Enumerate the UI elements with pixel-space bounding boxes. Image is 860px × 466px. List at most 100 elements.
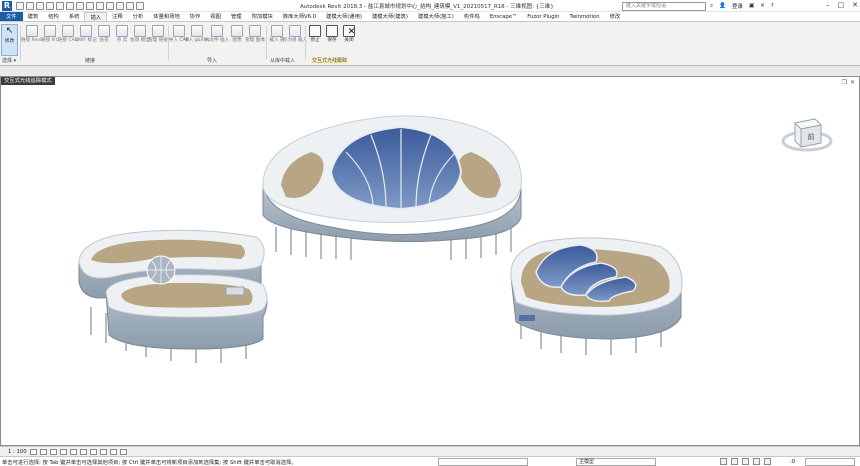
- right-building[interactable]: [510, 237, 683, 355]
- user-icon[interactable]: 👤: [719, 3, 726, 9]
- close-view-icon[interactable]: ✕: [850, 79, 855, 86]
- measure-icon[interactable]: [76, 1, 84, 10]
- tab-modeling-construction[interactable]: 建模大师(施工): [413, 12, 459, 21]
- print-icon[interactable]: [66, 1, 74, 10]
- drag-elements-icon[interactable]: [764, 458, 771, 465]
- undo-icon[interactable]: [46, 1, 54, 10]
- temp-hide-icon[interactable]: [109, 448, 117, 455]
- panel-select-label[interactable]: 选择 ▾: [2, 57, 16, 64]
- import-gbxml-button[interactable]: 导入 gbXML: [184, 24, 210, 56]
- viewcube[interactable]: 前: [781, 113, 833, 157]
- cart-icon[interactable]: ▣: [749, 3, 754, 9]
- show-crop-icon[interactable]: [99, 448, 107, 455]
- select-pinned-icon[interactable]: [742, 458, 749, 465]
- dwf-markup-button[interactable]: DWF 标记: [75, 24, 97, 56]
- tab-family-master[interactable]: 族库大师V6.0: [278, 12, 321, 21]
- save-render-button[interactable]: 保存: [323, 24, 341, 56]
- tab-massing-site[interactable]: 体量和场地: [148, 12, 185, 21]
- text-icon[interactable]: [86, 1, 94, 10]
- design-option-selector[interactable]: 主模型: [576, 458, 656, 466]
- select-underlay-icon[interactable]: [731, 458, 738, 465]
- tab-twinmotion[interactable]: Twinmotion: [564, 12, 604, 21]
- tab-component-dock[interactable]: 构件坞: [459, 12, 485, 21]
- point-cloud-button[interactable]: 点 云: [113, 24, 131, 56]
- view-scale[interactable]: 1 : 100: [8, 449, 27, 455]
- restore-view-icon[interactable]: ❐: [842, 79, 847, 86]
- close-icon[interactable]: ✕: [852, 1, 858, 9]
- redo-icon[interactable]: [56, 1, 64, 10]
- save-icon[interactable]: [26, 1, 34, 10]
- panel-link-label: 链接: [85, 58, 96, 64]
- link-revit-button[interactable]: 链接 Revit: [21, 24, 43, 56]
- selection-count: :0: [790, 459, 796, 465]
- modify-button[interactable]: ↖ 修改: [1, 24, 18, 56]
- thin-lines-icon[interactable]: [116, 1, 124, 10]
- filter-field[interactable]: [805, 458, 855, 466]
- save-icon: [326, 25, 338, 37]
- manage-links-button[interactable]: 管理 链接: [148, 24, 168, 56]
- search-icon[interactable]: ⌕: [710, 3, 713, 10]
- coordination-icon: [134, 25, 146, 37]
- revit-logo-icon[interactable]: R: [2, 0, 12, 11]
- viewcube-front-face[interactable]: 前: [808, 132, 815, 141]
- tab-fuzor[interactable]: Fuzor Plugin: [522, 12, 564, 21]
- tab-modify[interactable]: 修改: [605, 12, 626, 21]
- image-button[interactable]: 图像: [228, 24, 246, 56]
- insert-from-file-button[interactable]: 从文件 插入: [205, 24, 229, 56]
- select-by-face-icon[interactable]: [753, 458, 760, 465]
- left-building[interactable]: [78, 229, 268, 363]
- maximize-icon[interactable]: □: [838, 1, 845, 9]
- close-hidden-icon[interactable]: [126, 1, 134, 10]
- link-ifc-button[interactable]: 链接 IFC: [41, 24, 59, 56]
- 3d-view-icon[interactable]: [96, 1, 104, 10]
- load-as-group-button[interactable]: 作为组 载入: [283, 24, 307, 56]
- search-input[interactable]: 键入关键字或短语: [622, 1, 706, 11]
- tab-systems[interactable]: 系统: [64, 12, 85, 21]
- stop-button[interactable]: 停止: [306, 24, 324, 56]
- 3d-scene: [78, 115, 683, 363]
- shadows-icon[interactable]: [59, 448, 67, 455]
- dwf-icon: [80, 25, 92, 37]
- status-bar: 单击可进行选择; 按 Tab 键并单击可选择其他项目; 按 Ctrl 键并单击可…: [0, 456, 860, 466]
- tab-modeling-general[interactable]: 建模大师(通用): [321, 12, 367, 21]
- select-links-icon[interactable]: [720, 458, 727, 465]
- open-icon[interactable]: [16, 1, 24, 10]
- 3d-viewport[interactable]: 交互式光线追踪模式 ❐ ✕ 前: [0, 76, 860, 446]
- section-icon[interactable]: [106, 1, 114, 10]
- detail-level-icon[interactable]: [29, 448, 37, 455]
- tab-modeling-arch[interactable]: 建模大师(建筑): [367, 12, 413, 21]
- sync-icon[interactable]: [36, 1, 44, 10]
- workset-selector[interactable]: [438, 458, 528, 466]
- tab-architecture[interactable]: 建筑: [23, 12, 44, 21]
- render-icon[interactable]: [69, 448, 77, 455]
- link-cad-button[interactable]: 链接 CAD: [58, 24, 78, 56]
- tab-annotate[interactable]: 注释: [107, 12, 128, 21]
- view-window-controls: ❐ ✕: [842, 79, 855, 86]
- tab-analyze[interactable]: 分析: [128, 12, 149, 21]
- visual-style-icon[interactable]: [39, 448, 47, 455]
- divider: [266, 26, 267, 60]
- help-icon[interactable]: ?: [771, 3, 774, 9]
- close-raytrace-button[interactable]: ✕ 关闭: [340, 24, 358, 56]
- lock-view-icon[interactable]: [79, 448, 87, 455]
- switch-windows-icon[interactable]: [136, 1, 144, 10]
- minimize-icon[interactable]: –: [826, 1, 830, 9]
- center-building[interactable]: [262, 115, 522, 260]
- tab-addins[interactable]: 附加模块: [247, 12, 278, 21]
- login-link[interactable]: 登录: [732, 2, 743, 10]
- manage-images-button[interactable]: 管理 图像: [245, 24, 265, 56]
- panel-raytrace-label: 交互式光线跟踪: [310, 57, 350, 64]
- crop-view-icon[interactable]: [89, 448, 97, 455]
- tab-collaborate[interactable]: 协作: [185, 12, 206, 21]
- tab-enscape[interactable]: Enscape™: [485, 12, 523, 21]
- exchange-icon[interactable]: ✕: [760, 3, 765, 9]
- reveal-hidden-icon[interactable]: [119, 448, 127, 455]
- tab-file[interactable]: 文件: [0, 12, 23, 21]
- decal-button[interactable]: 贴花: [95, 24, 113, 56]
- tab-view[interactable]: 视图: [205, 12, 226, 21]
- tab-structure[interactable]: 结构: [43, 12, 64, 21]
- tab-manage[interactable]: 管理: [226, 12, 247, 21]
- tab-insert[interactable]: 插入: [84, 12, 108, 21]
- coordination-model-button[interactable]: 协调 模型: [130, 24, 150, 56]
- sun-path-icon[interactable]: [49, 448, 57, 455]
